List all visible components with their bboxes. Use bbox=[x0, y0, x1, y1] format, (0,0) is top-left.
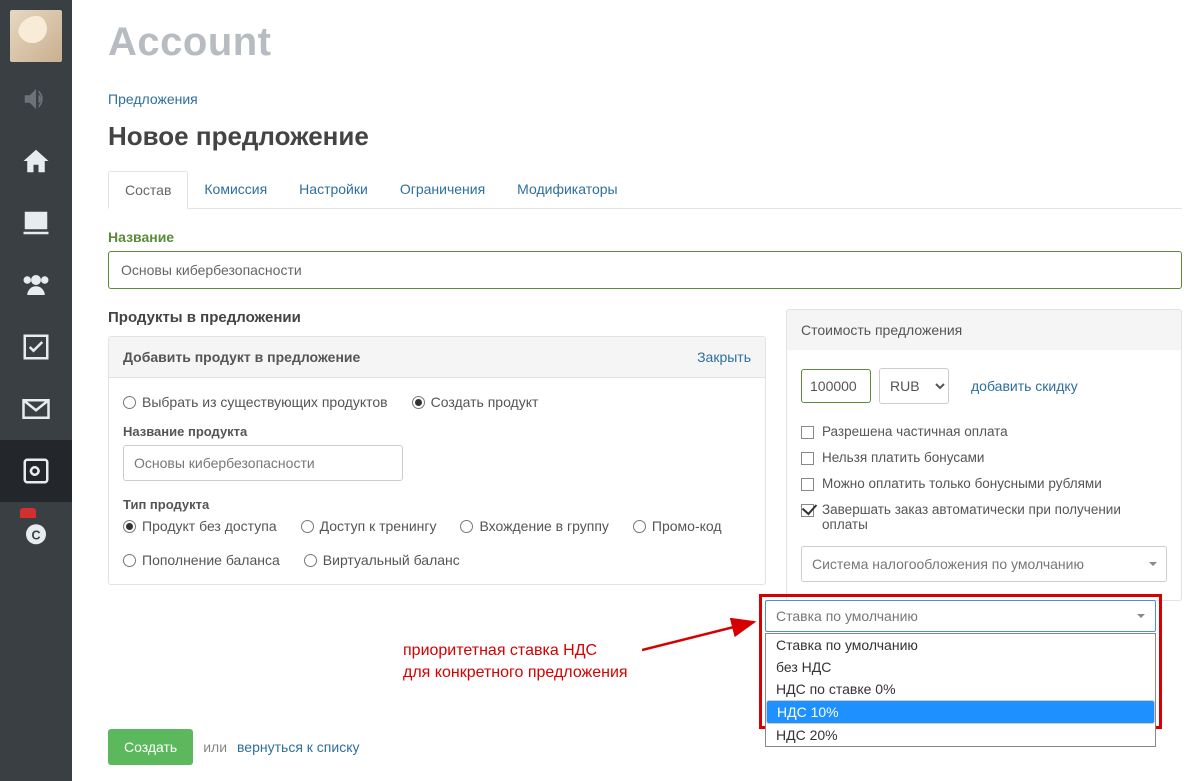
product-name-input[interactable] bbox=[123, 445, 403, 481]
annotation-text: приоритетная ставка НДС для конкретного … bbox=[403, 640, 628, 685]
name-label: Название bbox=[108, 229, 1182, 245]
chk-onlybonus[interactable] bbox=[801, 478, 814, 491]
offer-name-input[interactable] bbox=[108, 251, 1182, 289]
nav-mail-icon[interactable] bbox=[0, 378, 72, 440]
type-group[interactable]: Вхождение в группу bbox=[460, 518, 608, 534]
type-virtual[interactable]: Виртуальный баланс bbox=[304, 552, 460, 568]
back-link[interactable]: вернуться к списку bbox=[237, 739, 359, 755]
type-training[interactable]: Доступ к тренингу bbox=[301, 518, 437, 534]
vat-opt-none[interactable]: без НДС bbox=[766, 656, 1155, 678]
type-promo[interactable]: Промо-код bbox=[633, 518, 722, 534]
add-product-panel: Добавить продукт в предложение Закрыть В… bbox=[108, 336, 766, 585]
close-link[interactable]: Закрыть bbox=[697, 349, 751, 365]
tab-restrictions[interactable]: Ограничения bbox=[384, 171, 501, 209]
radio-existing[interactable]: Выбрать из существующих продуктов bbox=[123, 394, 388, 410]
radio-create[interactable]: Создать продукт bbox=[412, 394, 539, 410]
or-text: или bbox=[203, 739, 227, 755]
tab-modifiers[interactable]: Модификаторы bbox=[501, 171, 633, 209]
chevron-down-icon bbox=[1137, 614, 1145, 618]
tabs: Состав Комиссия Настройки Ограничения Мо… bbox=[108, 170, 1182, 209]
product-name-label: Название продукта bbox=[123, 424, 751, 439]
breadcrumb[interactable]: Предложения bbox=[108, 91, 1182, 107]
account-heading: Account bbox=[108, 20, 1182, 65]
chk-autocomplete[interactable] bbox=[801, 504, 814, 517]
tax-system-select[interactable]: Система налогообложения по умолчанию bbox=[801, 546, 1167, 582]
page-title: Новое предложение bbox=[108, 121, 1182, 152]
nav-safe-icon[interactable] bbox=[0, 440, 72, 502]
cost-title: Стоимость предложения bbox=[786, 309, 1182, 350]
product-type-label: Тип продукта bbox=[123, 497, 751, 512]
tab-settings[interactable]: Настройки bbox=[283, 171, 384, 209]
vat-select[interactable]: Ставка по умолчанию bbox=[765, 600, 1156, 632]
vat-opt-20[interactable]: НДС 20% bbox=[766, 724, 1155, 746]
sidebar: C bbox=[0, 0, 72, 781]
add-product-title: Добавить продукт в предложение bbox=[123, 349, 360, 365]
tab-commission[interactable]: Комиссия bbox=[188, 171, 283, 209]
type-balance[interactable]: Пополнение баланса bbox=[123, 552, 280, 568]
type-no-access[interactable]: Продукт без доступа bbox=[123, 518, 277, 534]
vat-opt-0[interactable]: НДС по ставке 0% bbox=[766, 678, 1155, 700]
products-title: Продукты в предложении bbox=[108, 309, 766, 326]
nav-home-icon[interactable] bbox=[0, 130, 72, 192]
svg-text:C: C bbox=[31, 528, 40, 542]
vat-opt-default[interactable]: Ставка по умолчанию bbox=[766, 634, 1155, 656]
nav-sound-icon[interactable] bbox=[0, 68, 72, 130]
nav-chat-icon[interactable]: C bbox=[0, 502, 72, 564]
nav-check-icon[interactable] bbox=[0, 316, 72, 378]
vat-dropdown: Ставка по умолчанию Ставка по умолчанию … bbox=[765, 600, 1156, 747]
price-input[interactable] bbox=[801, 369, 871, 403]
vat-opt-10[interactable]: НДС 10% bbox=[766, 700, 1155, 724]
create-button[interactable]: Создать bbox=[108, 729, 193, 765]
currency-select[interactable]: RUB bbox=[879, 368, 949, 404]
avatar[interactable] bbox=[10, 10, 62, 62]
add-discount-link[interactable]: добавить скидку bbox=[971, 378, 1078, 394]
vat-options-list: Ставка по умолчанию без НДС НДС по ставк… bbox=[765, 633, 1156, 747]
nav-chart-icon[interactable] bbox=[0, 192, 72, 254]
nav-users-icon[interactable] bbox=[0, 254, 72, 316]
chk-nobonus[interactable] bbox=[801, 452, 814, 465]
chk-partial[interactable] bbox=[801, 426, 814, 439]
tab-composition[interactable]: Состав bbox=[108, 171, 188, 209]
